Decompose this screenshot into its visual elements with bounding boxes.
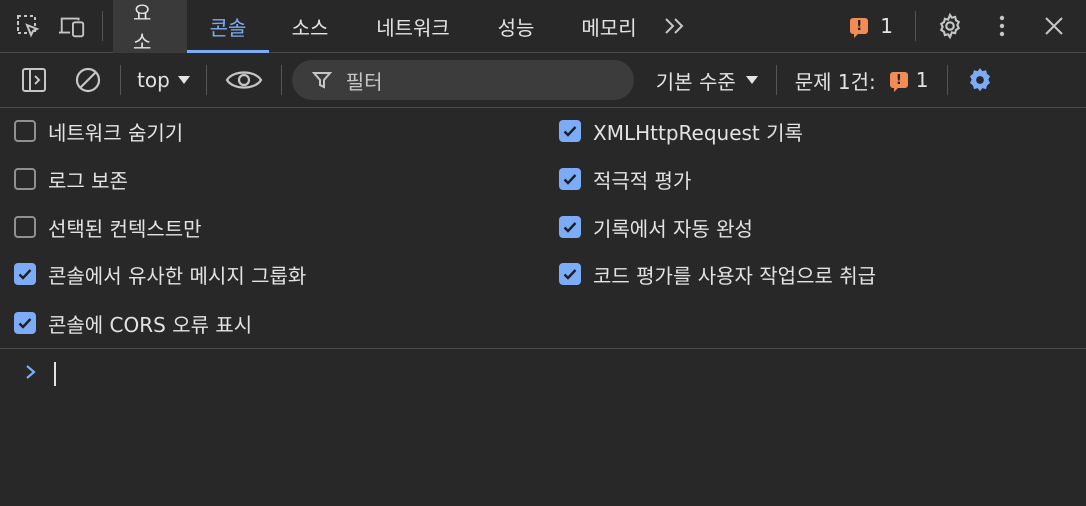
setting-hide-network[interactable]: 네트워크 숨기기 [14, 116, 183, 146]
tab-memory[interactable]: 메모리 [557, 0, 661, 53]
divider [102, 11, 103, 41]
devtools-tab-bar: 요소 콘솔 소스 네트워크 성능 메모리 ! 1 [0, 0, 1086, 54]
setting-label: 적극적 평가 [593, 168, 692, 193]
checkbox[interactable] [14, 216, 36, 238]
log-level-dropdown[interactable]: 기본 수준 [656, 66, 758, 95]
setting-label: 콘솔에서 유사한 메시지 그룹화 [48, 263, 307, 288]
setting-label: 기록에서 자동 완성 [593, 216, 753, 241]
chevron-right-icon [26, 365, 36, 379]
checkbox[interactable] [14, 120, 36, 142]
eye-icon[interactable] [225, 66, 263, 94]
checkbox[interactable] [559, 216, 581, 238]
checkbox[interactable] [14, 168, 36, 190]
checkbox[interactable] [559, 168, 581, 190]
filter-icon [311, 72, 332, 89]
issue-count: 1 [880, 14, 893, 38]
more-tabs-icon[interactable] [661, 12, 689, 40]
filter-placeholder: 필터 [345, 69, 383, 94]
setting-autocomplete-history[interactable]: 기록에서 자동 완성 [559, 212, 753, 242]
tab-label: 소스 [291, 15, 329, 40]
setting-selected-context-only[interactable]: 선택된 컨텍스트만 [14, 212, 202, 242]
gear-icon[interactable] [936, 12, 964, 40]
divider [915, 11, 916, 41]
tab-label: 네트워크 [376, 15, 450, 40]
log-level-label: 기본 수준 [655, 69, 736, 94]
divider [775, 65, 777, 95]
checkmark-icon [563, 126, 577, 137]
console-input-area[interactable] [0, 350, 1086, 506]
tab-label: 성능 [497, 15, 535, 40]
tab-performance[interactable]: 성능 [475, 0, 557, 53]
setting-group-similar[interactable]: 콘솔에서 유사한 메시지 그룹화 [14, 259, 306, 289]
divider [205, 65, 207, 95]
context-selector[interactable]: top [121, 68, 206, 92]
setting-label: 코드 평가를 사용자 작업으로 취급 [593, 263, 877, 288]
setting-label: 로그 보존 [48, 168, 128, 193]
tab-label: 메모리 [581, 15, 637, 40]
divider [280, 65, 282, 95]
context-label: top [137, 68, 170, 92]
warning-icon: ! [889, 72, 908, 92]
checkmark-icon [563, 222, 577, 233]
chevron-down-icon [177, 76, 190, 84]
warning-icon: ! [850, 18, 869, 38]
checkbox[interactable] [559, 263, 581, 285]
checkbox[interactable] [559, 120, 581, 142]
setting-preserve-log[interactable]: 로그 보존 [14, 164, 128, 194]
close-icon[interactable] [1040, 12, 1068, 40]
setting-label: 선택된 컨텍스트만 [48, 216, 202, 241]
tab-network[interactable]: 네트워크 [351, 0, 475, 53]
checkmark-icon [563, 174, 577, 185]
setting-label: 네트워크 숨기기 [48, 120, 184, 145]
clear-console-icon[interactable] [74, 66, 102, 94]
tab-sources[interactable]: 소스 [269, 0, 351, 53]
issues-label: 문제 1건: [794, 69, 876, 94]
checkmark-icon [18, 269, 32, 280]
tab-label: 요소 [133, 1, 152, 54]
tab-elements[interactable]: 요소 [113, 0, 187, 54]
tab-console[interactable]: 콘솔 [187, 0, 269, 53]
setting-user-activation-eval[interactable]: 코드 평가를 사용자 작업으로 취급 [559, 259, 876, 289]
setting-show-cors-errors[interactable]: 콘솔에 CORS 오류 표시 [14, 308, 252, 338]
chevron-down-icon [745, 76, 758, 84]
text-cursor [54, 362, 56, 386]
console-settings-icon[interactable] [966, 66, 994, 94]
sidebar-toggle-icon[interactable] [20, 66, 48, 94]
checkmark-icon [18, 318, 32, 329]
checkbox[interactable] [14, 312, 36, 334]
setting-log-xhr[interactable]: XMLHttpRequest 기록 [559, 116, 803, 146]
filter-input[interactable]: 필터 [291, 60, 634, 100]
console-toolbar: top 필터 기본 수준 문제 1건: ! 1 [0, 53, 1086, 108]
more-options-icon[interactable] [988, 12, 1016, 40]
issue-count: 1 [915, 68, 929, 92]
tab-label: 콘솔 [209, 15, 247, 40]
setting-label: 콘솔에 CORS 오류 표시 [48, 312, 253, 337]
issues-indicator[interactable]: ! 1 [850, 14, 893, 38]
device-toolbar-icon[interactable] [58, 12, 86, 40]
divider [946, 65, 948, 95]
setting-eager-evaluation[interactable]: 적극적 평가 [559, 164, 691, 194]
setting-label: XMLHttpRequest 기록 [593, 120, 803, 145]
console-settings-panel: 네트워크 숨기기 로그 보존 선택된 컨텍스트만 콘솔에서 유사한 메시지 그룹… [0, 108, 1086, 349]
checkmark-icon [563, 269, 577, 280]
issues-count-button[interactable]: 문제 1건: ! 1 [795, 66, 929, 95]
checkbox[interactable] [14, 263, 36, 285]
inspect-element-icon[interactable] [14, 12, 42, 40]
